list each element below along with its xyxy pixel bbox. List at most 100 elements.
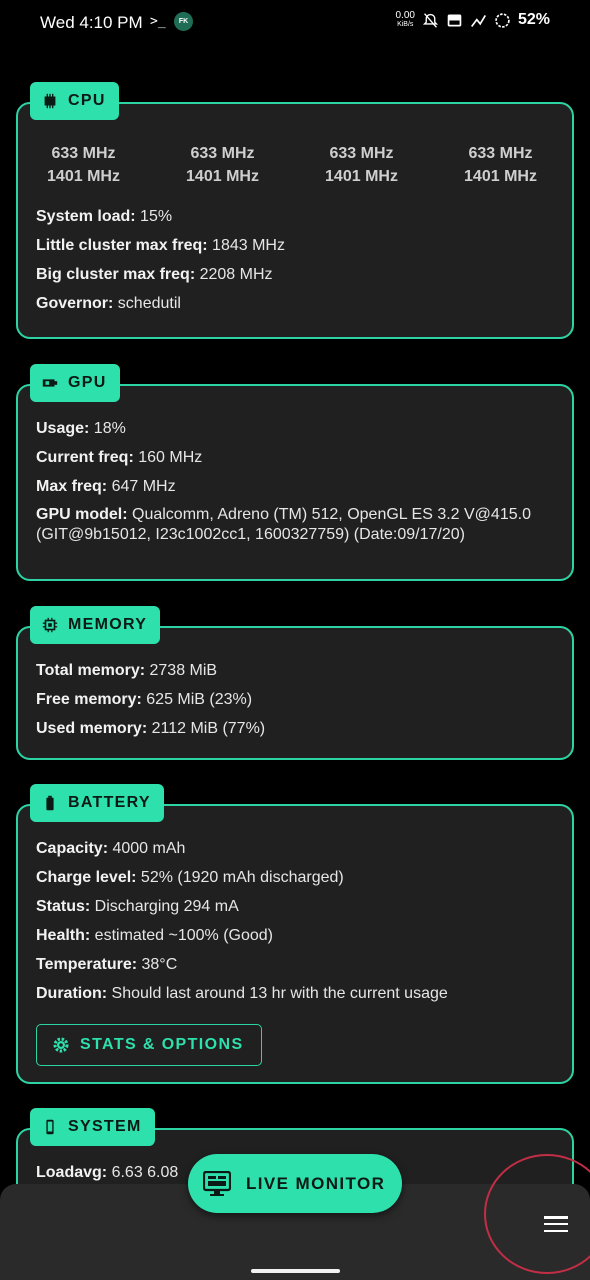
cpu-chip-icon [44,93,56,109]
core-cur-freq: 633 MHz [190,145,255,162]
row-key: Little cluster max freq: [36,237,208,254]
phone-icon [46,1119,54,1135]
gpu-card-title: GPU [30,364,120,402]
gpu-current-freq: Current freq: 160 MHz [36,443,554,472]
net-speed: 0.00 KiB/s [396,11,415,29]
core-cur-freq: 633 MHz [329,145,394,162]
live-monitor-button[interactable]: LIVE MONITOR [188,1154,402,1213]
monitor-icon [203,1170,231,1196]
cpu-card: CPU 633 MHz 1401 MHz 633 MHz 1401 MHz 633 … [16,82,574,339]
row-key: Big cluster max freq: [36,266,196,283]
volte-icon [447,14,462,26]
cpu-card-title: CPU [30,82,119,120]
battery-capacity: Capacity: 4000 mAh [36,834,554,863]
terminal-icon: >_ [150,14,166,29]
row-value: estimated ~100% (Good) [90,927,273,944]
row-value: 647 MHz [107,478,176,495]
core-max-freq: 1401 MHz [47,168,120,185]
gpu-title-text: GPU [68,374,107,391]
row-key: Current freq: [36,449,134,466]
battery-percent: 52% [517,11,550,28]
battery-title-text: BATTERY [68,794,151,811]
memory-chip-icon [42,617,58,633]
row-key: Free memory: [36,691,142,708]
cpu-little-cluster: Little cluster max freq: 1843 MHz [36,231,554,260]
battery-duration: Duration: Should last around 13 hr with … [36,979,554,1008]
status-time: Wed 4:10 PM [40,13,143,32]
cpu-core-2: 633 MHz 1401 MHz [314,142,409,188]
cpu-system-load: System load: 15% [36,202,554,231]
memory-used: Used memory: 2112 MiB (77%) [36,714,554,743]
row-value: 2112 MiB (77%) [147,720,266,737]
row-key: System load: [36,208,136,225]
cpu-core-1: 633 MHz 1401 MHz [175,142,270,188]
system-title-text: SYSTEM [68,1118,142,1135]
row-value: 160 MHz [133,449,203,466]
battery-card-title: BATTERY [30,784,164,822]
system-card-title: SYSTEM [30,1108,155,1146]
row-value: Should last around 13 hr with the curren… [107,985,448,1002]
gear-icon [53,1037,69,1053]
row-value: 15% [135,208,173,225]
row-value: 38°C [137,956,178,973]
stats-options-button[interactable]: STATS & OPTIONS [36,1024,262,1066]
battery-status: Status: Discharging 294 mA [36,892,554,921]
row-key: Used memory: [36,720,148,737]
cpu-title-text: CPU [68,92,106,109]
row-key: Duration: [36,985,108,1002]
core-max-freq: 1401 MHz [464,168,537,185]
memory-card: MEMORY Total memory: 2738 MiB Free memor… [16,606,574,760]
status-bar: Wed 4:10 PM >_ FK 0.00 KiB/s 52% [0,0,590,46]
core-max-freq: 1401 MHz [325,168,398,185]
core-cur-freq: 633 MHz [468,145,533,162]
memory-card-title: MEMORY [30,606,161,644]
row-key: GPU model: [36,506,128,523]
row-key: Loadavg: [36,1164,108,1181]
live-monitor-label: LIVE MONITOR [246,1173,386,1193]
row-key: Usage: [36,420,90,437]
row-key: Max freq: [36,478,108,495]
battery-icon [46,795,54,811]
stats-options-label: STATS & OPTIONS [80,1036,244,1053]
row-value: 2738 MiB [145,662,218,679]
row-value: schedutil [113,295,181,312]
row-value: 625 MiB (23%) [141,691,253,708]
memory-free: Free memory: 625 MiB (23%) [36,685,554,714]
gpu-max-freq: Max freq: 647 MHz [36,472,554,501]
row-key: Charge level: [36,869,137,886]
row-key: Health: [36,927,91,944]
memory-total: Total memory: 2738 MiB [36,656,554,685]
cpu-core-0: 633 MHz 1401 MHz [36,142,131,188]
cpu-big-cluster: Big cluster max freq: 2208 MHz [36,260,554,289]
row-value: 6.63 6.08 [107,1164,179,1181]
row-value: 18% [89,420,126,437]
row-key: Temperature: [36,956,138,973]
battery-charge-level: Charge level: 52% (1920 mAh discharged) [36,863,554,892]
mute-bell-icon [422,12,439,28]
row-value: 2208 MHz [195,266,273,283]
cpu-governor: Governor: schedutil [36,289,554,318]
battery-temperature: Temperature: 38°C [36,950,554,979]
row-key: Governor: [36,295,114,312]
gpu-model: GPU model: Qualcomm, Adreno (TM) 512, Op… [36,505,554,545]
cpu-core-3: 633 MHz 1401 MHz [453,142,548,188]
app-badge-icon: FK [174,12,193,31]
row-value: 1843 MHz [207,237,285,254]
row-value: 52% (1920 mAh discharged) [136,869,344,886]
net-speed-unit: KiB/s [397,21,414,28]
row-value: 4000 mAh [108,840,186,857]
signal-lte-icon [470,14,486,27]
core-cur-freq: 633 MHz [51,145,116,162]
battery-card: BATTERY Capacity: 4000 mAh Charge level:… [16,784,574,1084]
memory-title-text: MEMORY [68,616,148,633]
gpu-usage: Usage: 18% [36,414,554,443]
row-key: Capacity: [36,840,109,857]
net-speed-value: 0.00 [395,10,415,21]
home-indicator[interactable] [251,1269,340,1273]
battery-ring-icon [495,12,510,28]
row-key: Status: [36,898,91,915]
row-key: Total memory: [36,662,146,679]
cpu-core-freqs: 633 MHz 1401 MHz 633 MHz 1401 MHz 633 MHz 1… [36,142,554,188]
gpu-card-icon [42,379,58,387]
gpu-card: GPU Usage: 18% Current freq: 160 MHz Max… [16,364,574,581]
